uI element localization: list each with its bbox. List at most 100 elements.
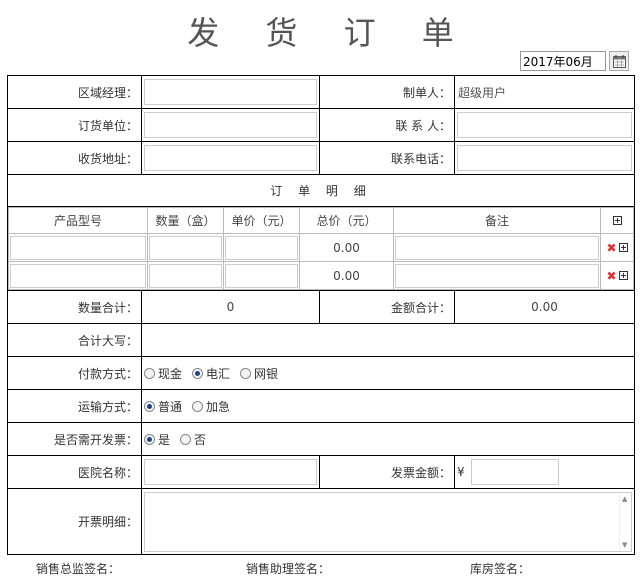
note-input[interactable] (395, 235, 599, 260)
add-icon[interactable] (618, 271, 628, 280)
creator-value: 超级用户 (454, 75, 635, 109)
delete-icon[interactable]: ✖ (606, 241, 616, 255)
detail-header-row: 产品型号 数量（盒） 单价（元） 总价（元） 备注 (8, 207, 634, 234)
shipping-option-express[interactable]: 加急 (192, 398, 230, 415)
row-price-cell (223, 261, 300, 290)
invoice-option-label: 是 (158, 432, 171, 447)
add-icon (612, 215, 622, 225)
row-note-cell (393, 233, 601, 262)
detail-table: 产品型号 数量（盒） 单价（元） 总价（元） 备注 0.00 ✖ 0.00 ✖ (8, 207, 634, 290)
payment-option-cash[interactable]: 现金 (144, 365, 182, 382)
col-header-total: 总价（元） (299, 207, 394, 234)
contact-phone-input[interactable] (457, 145, 632, 171)
payment-options: 现金 电汇 网银 (141, 356, 635, 390)
qty-input[interactable] (149, 235, 222, 260)
radio-icon (144, 367, 155, 379)
row-note-cell (393, 261, 601, 290)
payment-option-online[interactable]: 网银 (240, 365, 278, 382)
region-manager-select[interactable] (144, 79, 317, 105)
invoice-amount-cell: ¥ (454, 455, 635, 489)
shipping-options: 普通 加急 (141, 389, 635, 423)
contact-phone-cell (454, 141, 635, 175)
contact-input[interactable] (457, 112, 632, 138)
invoice-option-no[interactable]: 否 (180, 431, 206, 448)
hospital-input[interactable] (144, 459, 317, 485)
contact-label: 联 系 人： (319, 108, 455, 142)
uppercase-total-value (141, 323, 635, 357)
col-header-qty: 数量（盒） (147, 207, 224, 234)
amount-total-label: 金额合计： (319, 290, 455, 324)
invoice-details-cell: ▲ ▼ (141, 488, 635, 555)
table-row: 0.00 ✖ (8, 261, 634, 290)
payment-option-label: 现金 (158, 366, 183, 381)
radio-icon (192, 400, 204, 412)
model-input[interactable] (10, 263, 146, 288)
radio-checked-icon (144, 433, 155, 445)
radio-icon (180, 433, 192, 445)
invoice-needed-label: 是否需开发票： (7, 422, 142, 456)
model-input[interactable] (10, 235, 146, 260)
detail-table-cell: 产品型号 数量（盒） 单价（元） 总价（元） 备注 0.00 ✖ 0.00 ✖ (7, 206, 635, 291)
radio-checked-icon (144, 400, 155, 412)
uppercase-total-label: 合计大写： (7, 323, 142, 357)
invoice-options: 是 否 (141, 422, 635, 456)
region-manager-cell (141, 75, 320, 109)
detail-section-title: 订 单 明 细 (7, 174, 635, 207)
shipping-option-label: 普通 (158, 399, 183, 414)
shipping-option-label: 加急 (206, 399, 231, 414)
hospital-cell (141, 455, 320, 489)
col-header-price: 单价（元） (223, 207, 300, 234)
scroll-down-icon[interactable]: ▼ (622, 541, 627, 549)
invoice-option-yes[interactable]: 是 (144, 431, 170, 448)
qty-input[interactable] (149, 263, 222, 288)
col-header-model: 产品型号 (8, 207, 148, 234)
price-input[interactable] (225, 263, 298, 288)
invoice-amount-label: 发票金额： (319, 455, 455, 489)
payment-option-label: 网银 (254, 366, 279, 381)
contact-phone-label: 联系电话： (319, 141, 455, 175)
col-header-note: 备注 (393, 207, 601, 234)
order-unit-input[interactable] (144, 112, 317, 138)
shipping-option-normal[interactable]: 普通 (144, 398, 182, 415)
shipping-label: 运输方式： (7, 389, 142, 423)
scroll-up-icon[interactable]: ▲ (622, 495, 627, 503)
row-model-cell (8, 233, 148, 262)
row-total-value: 0.00 (299, 261, 394, 290)
qty-total-label: 数量合计： (7, 290, 142, 324)
contact-cell (454, 108, 635, 142)
note-input[interactable] (395, 263, 599, 288)
row-ops: ✖ (600, 261, 634, 290)
row-price-cell (223, 233, 300, 262)
add-icon[interactable] (618, 243, 628, 252)
row-ops: ✖ (600, 233, 634, 262)
payment-option-label: 电汇 (206, 366, 231, 381)
table-row: 0.00 ✖ (8, 233, 634, 262)
radio-checked-icon (192, 367, 204, 379)
creator-label: 制单人： (319, 75, 455, 109)
payment-option-wire[interactable]: 电汇 (192, 365, 230, 382)
receive-address-label: 收货地址： (7, 141, 142, 175)
amount-total-value: 0.00 (454, 290, 635, 324)
calendar-button[interactable] (609, 51, 629, 71)
delete-icon[interactable]: ✖ (606, 269, 616, 283)
hospital-label: 医院名称： (7, 455, 142, 489)
page-title: 发 货 订 单 (187, 14, 472, 52)
receive-address-input[interactable] (144, 145, 317, 171)
add-row-button[interactable] (600, 207, 634, 234)
order-unit-cell (141, 108, 320, 142)
payment-label: 付款方式： (7, 356, 142, 390)
scrollbar[interactable]: ▲ ▼ (619, 492, 631, 551)
sales-director-signature-label: 销售总监签名： (36, 562, 121, 576)
invoice-details-textarea[interactable]: ▲ ▼ (144, 491, 632, 552)
qty-total-value: 0 (141, 290, 320, 324)
row-qty-cell (147, 233, 224, 262)
warehouse-signature-label: 库房签名： (470, 562, 531, 576)
order-unit-label: 订货单位： (7, 108, 142, 142)
invoice-details-label: 开票明细： (7, 488, 142, 555)
order-form: 区域经理： 制单人： 超级用户 订货单位： 联 系 人： 收货地址： 联系电话：… (7, 75, 635, 555)
invoice-amount-input[interactable] (470, 459, 559, 485)
date-input[interactable]: 2017年06月19日 (520, 51, 606, 71)
row-qty-cell (147, 261, 224, 290)
price-input[interactable] (225, 235, 298, 260)
region-manager-label: 区域经理： (7, 75, 142, 109)
